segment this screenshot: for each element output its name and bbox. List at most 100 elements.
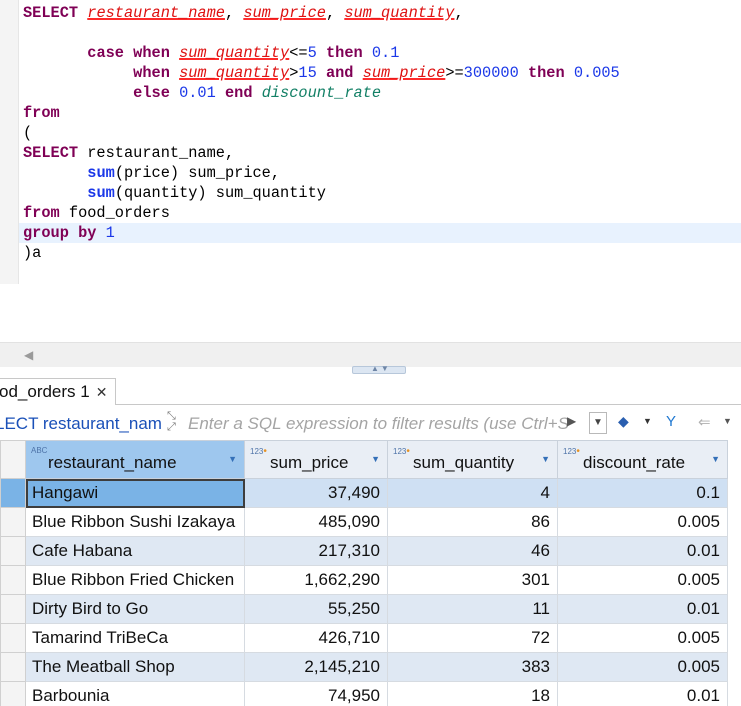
code-line: SELECT restaurant_name, [23,144,235,162]
apply-filter-icon[interactable]: ▶ [567,414,576,428]
table-cell[interactable]: The Meatball Shop [25,652,245,682]
sort-icon[interactable]: ▼ [228,454,237,464]
filter-input[interactable] [188,412,568,436]
row-number-cell[interactable] [0,623,26,653]
results-table: ABC restaurant_name ▼ 123• sum_price ▼ 1… [0,440,728,706]
table-cell[interactable]: 46 [387,536,558,566]
table-cell[interactable]: 485,090 [244,507,388,537]
table-cell[interactable]: Tamarind TriBeCa [25,623,245,653]
results-tab-label: od_orders 1 [0,382,90,401]
code-line: when sum_quantity>15 and sum_price>=3000… [133,64,620,82]
sort-icon[interactable]: ▼ [371,454,380,464]
table-cell[interactable]: 0.005 [557,623,728,653]
type-label: 123 [563,447,577,456]
panel-splitter[interactable]: ▲▼ [352,364,406,374]
table-cell[interactable]: 0.005 [557,652,728,682]
code-line: else 0.01 end discount_rate [133,84,382,102]
table-cell[interactable]: 37,490 [244,478,388,508]
chevron-down-icon[interactable]: ▼ [723,416,732,426]
filter-history-dropdown[interactable]: ▼ [589,412,607,434]
code-line: sum(price) sum_price, [87,164,281,182]
filter-icon[interactable]: Y [666,413,676,430]
table-row[interactable]: Cafe Habana 217,310 46 0.01 [0,536,728,566]
table-cell[interactable]: 0.005 [557,565,728,595]
table-cell[interactable]: 426,710 [244,623,388,653]
table-cell[interactable]: 0.01 [557,594,728,624]
table-row[interactable]: The Meatball Shop 2,145,210 383 0.005 [0,652,728,682]
table-cell[interactable]: Blue Ribbon Fried Chicken [25,565,245,595]
code-line: from food_orders [23,204,170,222]
code-line: from [23,104,60,122]
row-number-cell[interactable] [0,565,26,595]
row-number-cell[interactable] [0,652,26,682]
column-header[interactable]: 123• discount_rate ▼ [557,440,728,479]
table-cell[interactable]: 4 [387,478,558,508]
table-cell[interactable]: Barbounia [25,681,245,706]
table-cell[interactable]: Hangawi [25,478,245,508]
text-type-icon: ABC [31,446,48,455]
row-number-cell[interactable] [0,507,26,537]
code-line: case when sum_quantity<=5 then 0.1 [87,44,400,62]
table-cell[interactable]: 72 [387,623,558,653]
table-row[interactable]: Tamarind TriBeCa 426,710 72 0.005 [0,623,728,653]
row-number-cell[interactable] [0,594,26,624]
close-icon[interactable]: ✕ [96,379,108,405]
column-header-label: discount_rate [583,453,686,472]
table-cell[interactable]: Dirty Bird to Go [25,594,245,624]
code-line-current: group by 1 [19,223,741,243]
code-line: )a [23,244,42,262]
number-type-icon: 123• [563,446,580,457]
row-number-cell[interactable] [0,478,26,508]
row-number-cell[interactable] [0,536,26,566]
back-arrow-icon[interactable]: ⇐ [698,413,711,431]
column-header-label: sum_quantity [413,453,515,472]
eraser-icon[interactable]: ◆ [618,413,629,430]
table-cell[interactable]: 74,950 [244,681,388,706]
column-header-label: restaurant_name [48,453,177,472]
sql-code[interactable]: SELECT restaurant_name, sum_price, sum_q… [19,3,741,263]
row-number-header [0,440,26,479]
scroll-left-icon[interactable]: ◀ [24,348,33,362]
sql-editor[interactable]: SELECT restaurant_name, sum_price, sum_q… [0,0,741,342]
table-cell[interactable]: 383 [387,652,558,682]
type-label: 123 [393,447,407,456]
sort-icon[interactable]: ▼ [711,454,720,464]
table-cell[interactable]: 18 [387,681,558,706]
column-header[interactable]: ABC restaurant_name ▼ [25,440,245,479]
results-grid[interactable]: ABC restaurant_name ▼ 123• sum_price ▼ 1… [0,440,741,706]
table-cell[interactable]: 2,145,210 [244,652,388,682]
table-cell[interactable]: 86 [387,507,558,537]
table-row[interactable]: Barbounia 74,950 18 0.01 [0,681,728,706]
table-cell[interactable]: 0.01 [557,681,728,706]
table-cell[interactable]: 1,662,290 [244,565,388,595]
results-tab-bar: od_orders 1 ✕ [0,376,741,405]
table-row[interactable]: Blue Ribbon Fried Chicken 1,662,290 301 0.0… [0,565,728,595]
table-cell[interactable]: 55,250 [244,594,388,624]
table-cell[interactable]: 0.1 [557,478,728,508]
row-number-cell[interactable] [0,681,26,706]
table-cell[interactable]: 11 [387,594,558,624]
type-label: 123 [250,447,264,456]
number-type-icon: 123• [250,446,267,457]
table-cell[interactable]: 301 [387,565,558,595]
expand-icon[interactable]: ⤡ ⤢ [167,411,176,433]
table-cell[interactable]: Blue Ribbon Sushi Izakaya [25,507,245,537]
column-header[interactable]: 123• sum_quantity ▼ [387,440,558,479]
column-header-label: sum_price [270,453,349,472]
table-cell[interactable]: Cafe Habana [25,536,245,566]
results-tab[interactable]: od_orders 1 ✕ [0,378,117,405]
chevron-down-icon[interactable]: ▼ [643,416,652,426]
table-row[interactable]: Blue Ribbon Sushi Izakaya 485,090 86 0.005 [0,507,728,537]
table-row[interactable]: Dirty Bird to Go 55,250 11 0.01 [0,594,728,624]
column-header[interactable]: 123• sum_price ▼ [244,440,388,479]
table-cell[interactable]: 0.01 [557,536,728,566]
table-cell[interactable]: 0.005 [557,507,728,537]
sort-icon[interactable]: ▼ [541,454,550,464]
code-line: SELECT restaurant_name, sum_price, sum_q… [23,4,464,22]
table-cell[interactable]: 217,310 [244,536,388,566]
table-row[interactable]: Hangawi 37,490 4 0.1 [0,478,728,508]
code-line: sum(quantity) sum_quantity [87,184,326,202]
code-line: ( [23,124,33,142]
number-type-icon: 123• [393,446,410,457]
